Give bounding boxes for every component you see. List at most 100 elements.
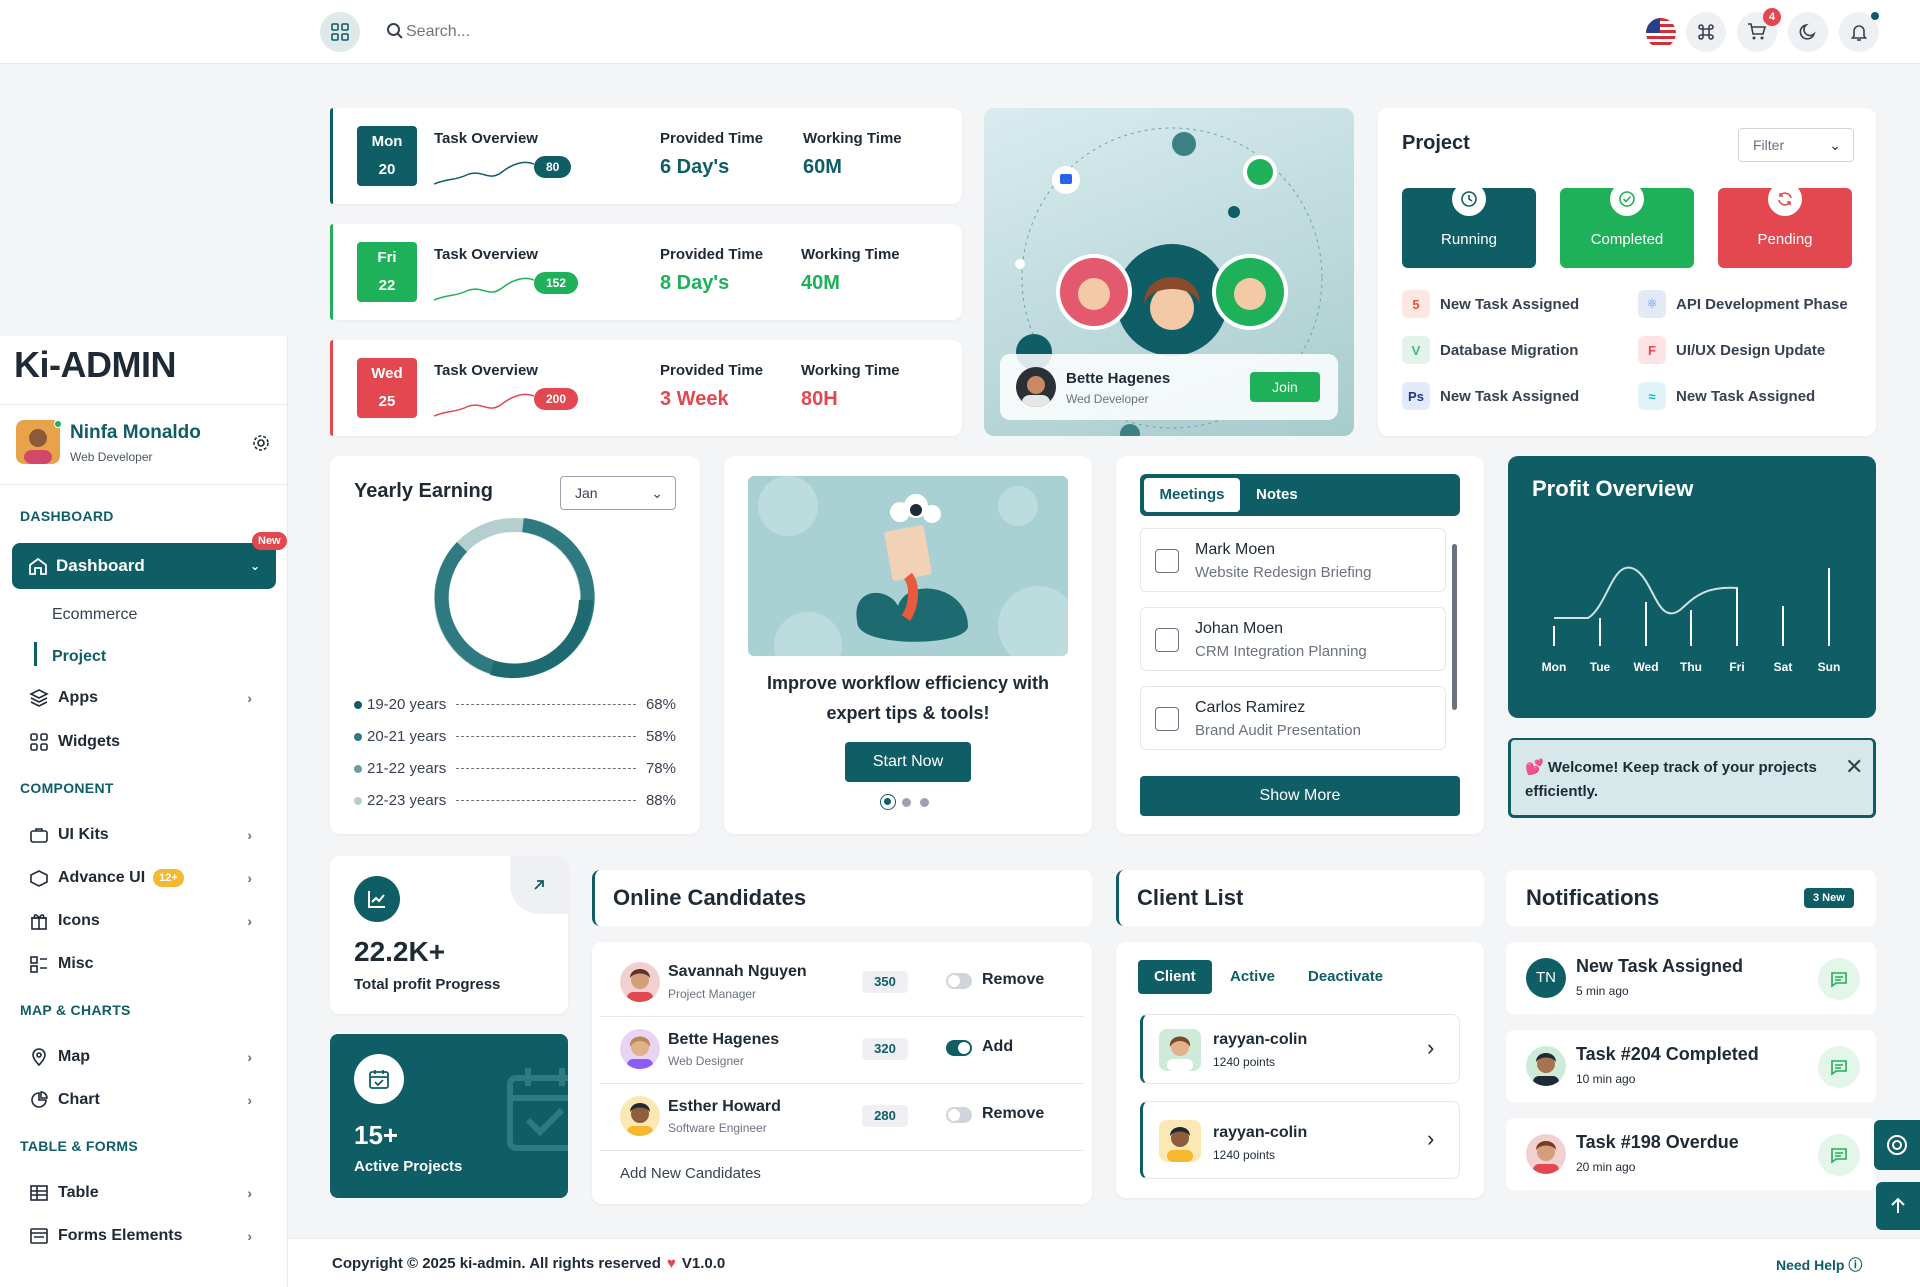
meeting-item[interactable]: Mark Moen Website Redesign Briefing bbox=[1140, 528, 1446, 592]
project-item[interactable]: Ps New Task Assigned bbox=[1402, 382, 1579, 410]
misc-icon bbox=[28, 953, 50, 975]
tab-notes[interactable]: Notes bbox=[1256, 478, 1298, 512]
candidate-action[interactable]: Add bbox=[982, 1038, 1013, 1056]
message-button[interactable] bbox=[1818, 1046, 1860, 1088]
sidebar-subitem-project[interactable]: Project bbox=[52, 648, 106, 666]
sidebar-subitem-ecommerce[interactable]: Ecommerce bbox=[52, 606, 137, 624]
need-help-link[interactable]: Need Help ⓘ bbox=[1776, 1255, 1862, 1275]
sidebar-item-apps[interactable]: Apps › bbox=[28, 683, 268, 713]
project-item[interactable]: ⚛ API Development Phase bbox=[1638, 290, 1848, 318]
notification-button[interactable] bbox=[1839, 12, 1879, 52]
chevron-right-icon[interactable]: › bbox=[1427, 1126, 1434, 1152]
sidebar-item-table[interactable]: Table › bbox=[28, 1178, 268, 1208]
checkbox[interactable] bbox=[1155, 707, 1179, 731]
profit-progress-card: 22.2K+ Total profit Progress bbox=[330, 856, 568, 1014]
sidebar-item-ui-kits[interactable]: UI Kits › bbox=[28, 820, 268, 850]
sidebar-item-label: Misc bbox=[58, 955, 94, 972]
candidate-toggle[interactable] bbox=[946, 1040, 972, 1056]
completed-card[interactable]: Completed bbox=[1560, 182, 1694, 268]
notification-item[interactable]: TN New Task Assigned 5 min ago bbox=[1506, 942, 1876, 1014]
running-label: Running bbox=[1441, 231, 1497, 248]
candidate-action[interactable]: Remove bbox=[982, 971, 1044, 989]
tab-client[interactable]: Client bbox=[1138, 960, 1212, 994]
message-button[interactable] bbox=[1818, 1134, 1860, 1176]
earning-row: 22-23 years 88% bbox=[354, 792, 676, 809]
carousel-dot[interactable] bbox=[902, 798, 911, 807]
chevron-right-icon: › bbox=[247, 1185, 252, 1201]
search-input[interactable] bbox=[406, 20, 666, 44]
project-item[interactable]: F UI/UX Design Update bbox=[1638, 336, 1825, 364]
command-icon bbox=[1698, 24, 1714, 40]
search-icon bbox=[386, 22, 404, 45]
settings-icon[interactable] bbox=[252, 434, 270, 457]
new-badge: New bbox=[252, 532, 287, 550]
cart-button[interactable]: 4 bbox=[1737, 8, 1781, 52]
customizer-button[interactable] bbox=[1874, 1120, 1920, 1170]
filter-select[interactable]: Filter ⌄ bbox=[1738, 128, 1854, 162]
tab-meetings[interactable]: Meetings bbox=[1144, 478, 1240, 512]
provided-value: 8 Day's bbox=[660, 272, 730, 294]
scroll-top-button[interactable] bbox=[1876, 1182, 1920, 1230]
client-item[interactable]: rayyan-colin 1240 points › bbox=[1140, 1101, 1460, 1179]
sidebar-item-misc[interactable]: Misc bbox=[28, 949, 268, 979]
notification-item[interactable]: Task #204 Completed 10 min ago bbox=[1506, 1030, 1876, 1102]
project-item[interactable]: ≈ New Task Assigned bbox=[1638, 382, 1815, 410]
running-card[interactable]: Running bbox=[1402, 182, 1536, 268]
gift-icon bbox=[28, 910, 50, 932]
meeting-item[interactable]: Carlos Ramirez Brand Audit Presentation bbox=[1140, 686, 1446, 750]
checkbox[interactable] bbox=[1155, 549, 1179, 573]
help-circle-icon: ⓘ bbox=[1848, 1257, 1863, 1273]
task-card-2[interactable]: Fri 22 Task Overview 152 Provided Time 8 … bbox=[330, 224, 962, 320]
pending-card[interactable]: Pending bbox=[1718, 182, 1852, 268]
carousel-dot[interactable] bbox=[920, 798, 929, 807]
us-flag-icon[interactable] bbox=[1646, 18, 1676, 48]
candidate-toggle[interactable] bbox=[946, 973, 972, 989]
command-button[interactable] bbox=[1686, 12, 1726, 52]
show-more-button[interactable]: Show More bbox=[1140, 776, 1460, 816]
scrollbar[interactable] bbox=[1450, 532, 1458, 762]
client-item[interactable]: rayyan-colin 1240 points › bbox=[1140, 1014, 1460, 1084]
theme-toggle-button[interactable] bbox=[1788, 12, 1828, 52]
working-value: 60M bbox=[803, 156, 842, 178]
sidebar-item-icons[interactable]: Icons › bbox=[28, 906, 268, 936]
calendar-check-icon bbox=[354, 1054, 404, 1104]
meeting-item[interactable]: Johan Moen CRM Integration Planning bbox=[1140, 607, 1446, 671]
tab-active[interactable]: Active bbox=[1230, 960, 1275, 994]
meeting-subject: Brand Audit Presentation bbox=[1195, 722, 1361, 739]
close-icon[interactable]: ✕ bbox=[1845, 754, 1863, 780]
sidebar-item-widgets[interactable]: Widgets bbox=[28, 727, 268, 757]
task-card-3[interactable]: Wed 25 Task Overview 200 Provided Time 3 … bbox=[330, 340, 962, 436]
sidebar-item-advance-ui[interactable]: Advance UI 12+ › bbox=[28, 863, 268, 893]
task-badge: 152 bbox=[534, 272, 579, 294]
chevron-right-icon[interactable]: › bbox=[1427, 1035, 1434, 1061]
candidate-action[interactable]: Remove bbox=[982, 1105, 1044, 1123]
profit-overview-card: Profit Overview Mon Tue Wed Thu Fri Sat … bbox=[1508, 456, 1876, 718]
logo[interactable]: Ki-ADMIN bbox=[14, 344, 176, 386]
sidebar-item-dashboard[interactable]: Dashboard ⌄ bbox=[12, 543, 276, 589]
user-avatar[interactable] bbox=[16, 420, 60, 464]
message-button[interactable] bbox=[1818, 958, 1860, 1000]
meeting-name: Mark Moen bbox=[1195, 541, 1276, 558]
sidebar-item-forms[interactable]: Forms Elements › bbox=[28, 1221, 268, 1251]
sidebar-item-chart[interactable]: Chart › bbox=[28, 1085, 268, 1115]
join-button[interactable]: Join bbox=[1250, 372, 1320, 402]
add-candidate-link[interactable]: Add New Candidates bbox=[620, 1165, 761, 1182]
project-item[interactable]: V Database Migration bbox=[1402, 336, 1578, 364]
start-now-button[interactable]: Start Now bbox=[845, 742, 971, 782]
sidebar-item-map[interactable]: Map › bbox=[28, 1042, 268, 1072]
apps-grid-button[interactable] bbox=[320, 12, 360, 52]
checkbox[interactable] bbox=[1155, 628, 1179, 652]
month-select[interactable]: Jan ⌄ bbox=[560, 476, 676, 510]
accent-bar bbox=[330, 108, 333, 204]
carousel-dot-active[interactable] bbox=[880, 794, 896, 810]
profit-label: Total profit Progress bbox=[354, 976, 501, 993]
arrow-up-right-icon[interactable] bbox=[510, 856, 568, 914]
candidate-toggle[interactable] bbox=[946, 1107, 972, 1123]
notification-item[interactable]: Task #198 Overdue 20 min ago bbox=[1506, 1118, 1876, 1190]
divider bbox=[600, 1150, 1084, 1151]
project-item[interactable]: 5 New Task Assigned bbox=[1402, 290, 1579, 318]
task-card-1[interactable]: Mon 20 Task Overview 80 Provided Time 6 D… bbox=[330, 108, 962, 204]
client-name: rayyan-colin bbox=[1213, 1124, 1308, 1141]
tab-deactivate[interactable]: Deactivate bbox=[1308, 960, 1383, 994]
caller-panel: Bette Hagenes Wed Developer Join bbox=[1000, 354, 1338, 420]
